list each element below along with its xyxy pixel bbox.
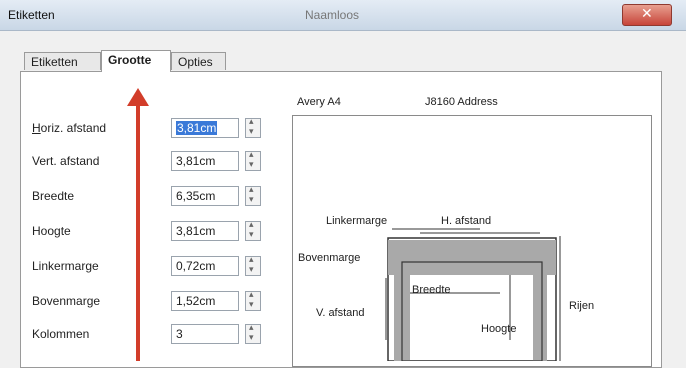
top-margin-band (388, 240, 556, 275)
height-caption: Hoogte (481, 323, 517, 335)
top-margin-caption: Bovenmarge (298, 252, 361, 264)
right-label-band (533, 260, 547, 361)
label-outline (401, 261, 543, 361)
width-caption: Breedte (412, 284, 451, 296)
rows-caption: Rijen (569, 300, 595, 312)
left-margin-caption: Linkermarge (326, 215, 388, 227)
v-spacing-caption: V. afstand (316, 307, 365, 319)
tab-label: Grootte (108, 53, 152, 67)
h-spacing-caption: H. afstand (441, 215, 492, 227)
tab-grootte[interactable]: Grootte (101, 50, 171, 72)
